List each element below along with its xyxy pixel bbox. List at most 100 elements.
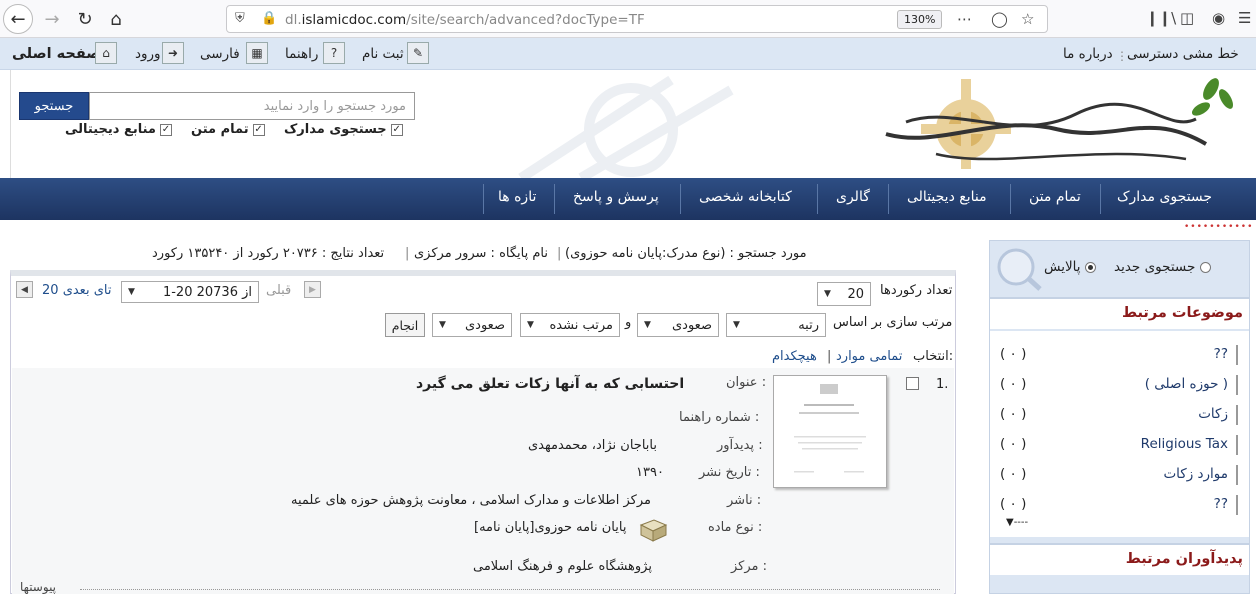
topic-item[interactable]: ?? ( ۰ ) xyxy=(1000,343,1238,365)
library-icon[interactable]: ❙❙\ xyxy=(1146,9,1176,27)
prev-page-arrow-icon[interactable]: ▶ xyxy=(304,281,321,298)
select-none-link[interactable]: هیچکدام xyxy=(772,349,817,364)
login-icon[interactable]: ➜ xyxy=(162,42,184,64)
insecure-lock-icon[interactable]: 🔒 xyxy=(261,11,277,26)
chevron-down-icon: ▼ xyxy=(644,320,651,330)
record-checkbox[interactable] xyxy=(906,377,919,390)
search-input[interactable] xyxy=(89,92,415,120)
nav-fulltext[interactable]: تمام متن xyxy=(1029,189,1081,205)
accessibility-link[interactable]: خط مشی دسترسی xyxy=(1127,46,1239,62)
main-navigation: جستجوی مدارک تمام متن منابع دیجیتالی گال… xyxy=(0,178,1256,220)
checkbox-checked-icon[interactable]: ✓ xyxy=(390,123,403,136)
new-search-option[interactable]: جستجوی جدید xyxy=(1114,259,1211,275)
radio-unchecked-icon[interactable] xyxy=(1199,261,1211,273)
nav-gallery[interactable]: گالری xyxy=(836,189,870,205)
topic-count: ( ۰ ) xyxy=(1000,496,1027,512)
prev-page-link[interactable]: قبلی xyxy=(266,283,291,298)
topic-name[interactable]: زکات xyxy=(1198,406,1228,422)
farsi-link[interactable]: فارسی xyxy=(200,46,240,62)
topic-bar xyxy=(1236,405,1238,425)
checkbox-fulltext[interactable]: تمام متن ✓ xyxy=(191,122,265,137)
checkbox-checked-icon[interactable]: ✓ xyxy=(159,123,172,136)
magnifier-icon xyxy=(997,248,1042,291)
decorative-dots: ••••••••••• xyxy=(1184,222,1254,232)
sort-dir-2-select[interactable]: ▼ صعودی xyxy=(432,313,512,337)
topic-bar xyxy=(1236,435,1238,455)
nav-divider xyxy=(888,184,889,214)
page-range-value: 1-20 از 20736 xyxy=(162,284,252,300)
expand-more-icon[interactable]: ▼---- xyxy=(1006,517,1028,528)
related-topics-list: ?? ( ۰ ) ( حوزه اصلی ) ( ۰ ) زکات ( ۰ ) … xyxy=(990,331,1249,537)
refine-option[interactable]: پالایش xyxy=(1044,259,1096,275)
radio-checked-icon[interactable] xyxy=(1084,261,1096,273)
forward-icon[interactable]: → xyxy=(37,5,67,33)
topic-item[interactable]: Religious Tax ( ۰ ) xyxy=(1000,433,1238,455)
sort-dir-1-select[interactable]: ▼ صعودی xyxy=(637,313,719,337)
sort-field-2-select[interactable]: ▼ مرتب نشده xyxy=(520,313,620,337)
register-link[interactable]: ثبت نام xyxy=(362,46,404,62)
home-link[interactable]: صفحه اصلی xyxy=(12,46,100,62)
reload-icon[interactable]: ↻ xyxy=(70,5,100,33)
topic-item[interactable]: زکات ( ۰ ) xyxy=(1000,403,1238,425)
topic-name[interactable]: ?? xyxy=(1214,346,1228,362)
nav-personal-library[interactable]: کتابخانه شخصی xyxy=(699,189,792,205)
nav-documents-search[interactable]: جستجوی مدارک xyxy=(1117,189,1212,205)
back-icon[interactable]: ← xyxy=(3,4,33,34)
topic-bar xyxy=(1236,495,1238,515)
topic-item[interactable]: ?? ( ۰ ) xyxy=(1000,493,1238,515)
creator-label: پدیدآور : xyxy=(717,438,763,453)
account-icon[interactable]: ◉ xyxy=(1212,9,1225,27)
shield-icon[interactable]: ⛨ xyxy=(235,11,245,26)
topic-name[interactable]: Religious Tax xyxy=(1141,436,1228,452)
checkbox-documents[interactable]: جستجوی مدارک ✓ xyxy=(284,122,403,137)
record-title[interactable]: احتسابی که به آنها زکات تعلق می گیرد xyxy=(416,376,684,392)
nav-divider xyxy=(554,184,555,214)
edit-icon[interactable]: ✎ xyxy=(407,42,429,64)
about-link[interactable]: درباره ما xyxy=(1063,46,1113,62)
topic-name[interactable]: موارد زکات xyxy=(1163,466,1228,482)
attachments-label[interactable]: پیوستها xyxy=(20,580,56,594)
checkbox-documents-label: جستجوی مدارک xyxy=(284,122,387,137)
records-per-page-select[interactable]: ▼ 20 xyxy=(817,282,871,306)
menu-icon[interactable]: ☰ xyxy=(1238,9,1251,27)
bookmark-star-icon[interactable]: ☆ xyxy=(1021,10,1034,28)
nav-digital-resources[interactable]: منابع دیجیتالی xyxy=(907,189,987,205)
house-icon[interactable]: ⌂ xyxy=(95,42,117,64)
nav-divider xyxy=(1010,184,1011,214)
select-label: انتخاب: xyxy=(913,349,954,364)
help-link[interactable]: راهنما xyxy=(285,46,318,62)
sidebar-icon[interactable]: ◫ xyxy=(1180,9,1194,27)
url-text[interactable]: dl.islamicdoc.com/site/search/advanced?d… xyxy=(285,12,645,28)
page-range-select[interactable]: ▼ 1-20 از 20736 xyxy=(121,281,259,303)
nav-news[interactable]: تازه ها xyxy=(498,189,536,205)
related-topics-header: موضوعات مرتبط xyxy=(990,297,1249,329)
topic-item[interactable]: ( حوزه اصلی ) ( ۰ ) xyxy=(1000,373,1238,395)
login-link[interactable]: ورود xyxy=(135,46,161,62)
nav-qa[interactable]: پرسش و پاسخ xyxy=(573,189,659,205)
sort-field-1-select[interactable]: ▼ رتبه xyxy=(726,313,826,337)
topic-name[interactable]: ( حوزه اصلی ) xyxy=(1145,376,1228,392)
top-links-bar: صفحه اصلی ⌂ ورود ➜ فارسی ▦ راهنما ? ثبت … xyxy=(0,38,1256,70)
home-icon[interactable]: ⌂ xyxy=(101,5,131,33)
more-actions-icon[interactable]: ⋯ xyxy=(957,10,972,28)
zoom-level[interactable]: 130% xyxy=(897,10,943,29)
site-header: جستجو جستجوی مدارک ✓ تمام متن ✓ منابع دی… xyxy=(10,70,1256,178)
topic-name[interactable]: ?? xyxy=(1214,496,1228,512)
new-search-label: جستجوی جدید xyxy=(1114,259,1196,275)
checkbox-digital[interactable]: منابع دیجیتالی ✓ xyxy=(65,122,172,137)
select-all-link[interactable]: تمامی موارد xyxy=(836,349,902,364)
help-icon[interactable]: ? xyxy=(323,42,345,64)
keyboard-icon[interactable]: ▦ xyxy=(246,42,268,64)
topic-item[interactable]: موارد زکات ( ۰ ) xyxy=(1000,463,1238,485)
chevron-down-icon: ▼ xyxy=(733,320,740,330)
apply-sort-button[interactable]: انجام xyxy=(385,313,425,337)
pocket-icon[interactable]: ◯ xyxy=(991,10,1008,28)
address-bar[interactable]: ⛨ 🔒 dl.islamicdoc.com/site/search/advanc… xyxy=(226,5,1048,33)
topic-count: ( ۰ ) xyxy=(1000,466,1027,482)
separator: | xyxy=(557,246,562,261)
search-button[interactable]: جستجو xyxy=(19,92,89,120)
record-thumbnail[interactable] xyxy=(773,375,887,488)
next-page-arrow-icon[interactable]: ◀ xyxy=(16,281,33,298)
checkbox-checked-icon[interactable]: ✓ xyxy=(252,123,265,136)
next-page-link[interactable]: 20 تای بعدی xyxy=(42,283,111,298)
